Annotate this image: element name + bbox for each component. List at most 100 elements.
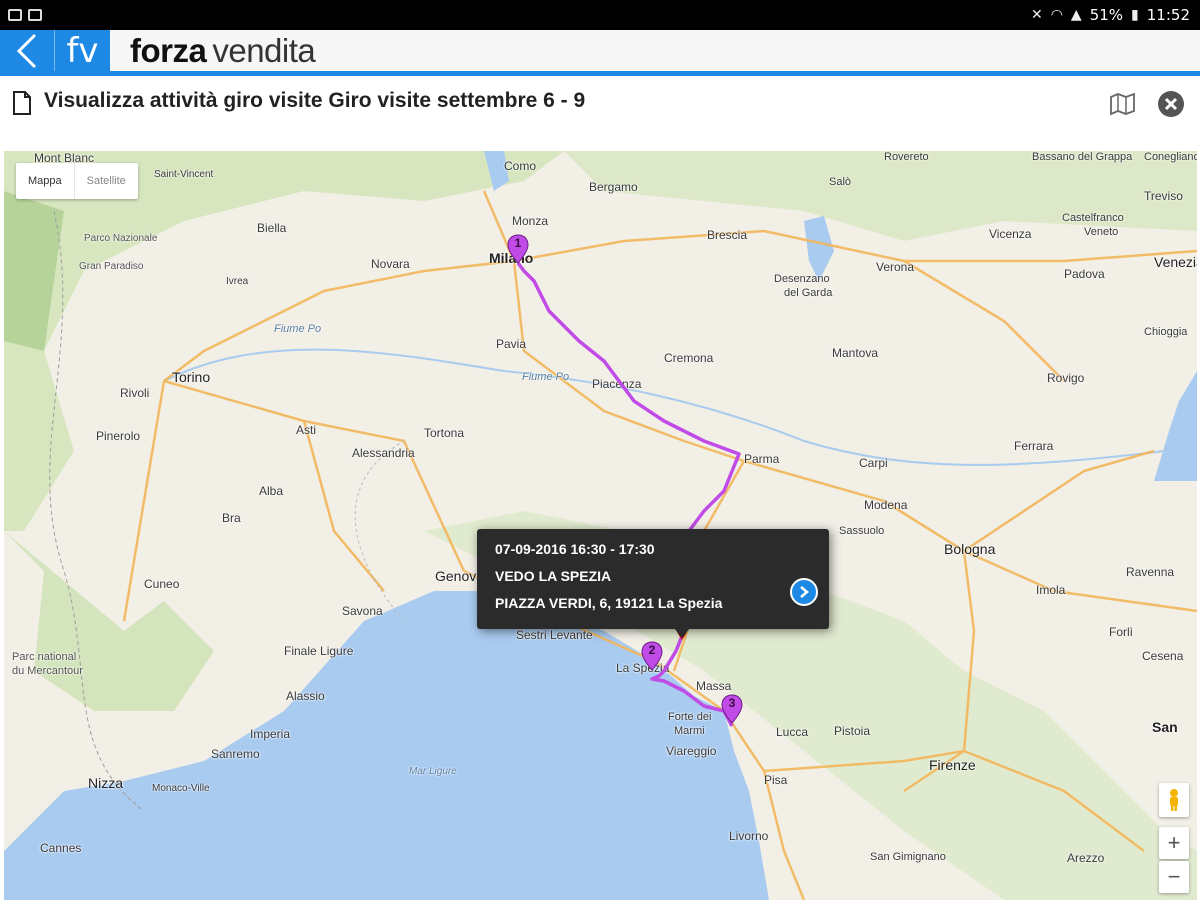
gallery-icon: [28, 9, 42, 21]
label-lucca: Lucca: [776, 725, 809, 739]
clock: 11:52: [1146, 6, 1190, 24]
map-type-satellite[interactable]: Satellite: [73, 163, 138, 199]
label-bergamo: Bergamo: [589, 180, 638, 194]
label-san-gimignano: San Gimignano: [870, 851, 946, 863]
label-mercantour-2: du Mercantour: [12, 665, 83, 677]
info-window: 07-09-2016 16:30 - 17:30 VEDO LA SPEZIA …: [477, 529, 829, 629]
label-ivrea: Ivrea: [226, 276, 249, 287]
label-nizza: Nizza: [88, 775, 124, 791]
label-verona: Verona: [876, 260, 915, 274]
map-type-map[interactable]: Mappa: [16, 163, 74, 199]
label-del-garda: del Garda: [784, 287, 833, 299]
label-marmi: Marmi: [674, 725, 705, 737]
app-logo: fv: [54, 30, 110, 71]
label-ravenna: Ravenna: [1126, 565, 1175, 579]
info-details-button[interactable]: [790, 578, 818, 606]
label-piacenza: Piacenza: [592, 377, 642, 391]
label-venezia: Venezia: [1154, 254, 1197, 270]
zoom-in-button[interactable]: +: [1159, 827, 1189, 859]
mute-icon: ✕: [1030, 7, 1043, 23]
label-parma: Parma: [744, 452, 780, 466]
label-conegliano: Conegliano: [1144, 151, 1197, 163]
brand-bold: forza: [130, 31, 207, 69]
app-bar: fv forza vendita: [0, 30, 1200, 76]
label-monaco: Monaco-Ville: [152, 783, 210, 794]
label-ferrara: Ferrara: [1014, 439, 1054, 453]
label-pinerolo: Pinerolo: [96, 429, 141, 443]
label-savona: Savona: [342, 604, 383, 618]
chevron-left-icon: [16, 33, 37, 68]
label-brescia: Brescia: [707, 228, 748, 242]
label-forli: Forlì: [1109, 625, 1133, 639]
pin-number: 2: [648, 643, 656, 657]
label-firenze: Firenze: [929, 757, 976, 773]
label-imperia: Imperia: [250, 727, 291, 741]
label-alassio: Alassio: [286, 689, 325, 703]
label-saint-vincent: Saint-Vincent: [154, 169, 214, 180]
street-view-pegman[interactable]: [1159, 783, 1189, 817]
info-time: 07-09-2016 16:30 - 17:30: [495, 541, 655, 557]
label-livorno: Livorno: [729, 829, 769, 843]
label-novara: Novara: [371, 257, 410, 271]
route-pin-1[interactable]: 1: [507, 234, 529, 264]
brand-name: forza vendita: [110, 30, 316, 71]
label-sestri-levante: Sestri Levante: [516, 628, 593, 642]
screenshot-icon: [8, 9, 22, 21]
close-icon[interactable]: [1156, 89, 1186, 119]
label-mont-blanc: Mont Blanc: [34, 151, 95, 165]
label-rovereto: Rovereto: [884, 151, 929, 163]
label-arezzo: Arezzo: [1067, 851, 1105, 865]
label-sanremo: Sanremo: [211, 747, 260, 761]
battery-icon: ▮: [1131, 7, 1139, 23]
status-bar: ✕ ◠ ▲ 51% ▮ 11:52: [0, 0, 1200, 30]
label-asti: Asti: [296, 423, 317, 437]
label-viareggio: Viareggio: [666, 744, 717, 758]
map-view-icon[interactable]: [1108, 89, 1138, 119]
label-castelfranco: Castelfranco: [1062, 212, 1124, 224]
battery-level: 51%: [1089, 6, 1124, 24]
map-view[interactable]: Mappa Satellite Mont Blanc Saint-Vincent…: [4, 151, 1197, 900]
label-modena: Modena: [864, 498, 908, 512]
label-vicenza: Vicenza: [989, 227, 1032, 241]
label-cesena: Cesena: [1142, 649, 1184, 663]
label-bologna: Bologna: [944, 541, 996, 557]
label-pavia: Pavia: [496, 337, 527, 351]
label-pistoia: Pistoia: [834, 724, 871, 738]
label-desenzano: Desenzano: [774, 273, 830, 285]
zoom-out-button[interactable]: −: [1159, 861, 1189, 893]
pegman-icon: [1170, 789, 1178, 811]
label-rovigo: Rovigo: [1047, 371, 1085, 385]
label-carpi: Carpi: [859, 456, 888, 470]
label-cremona: Cremona: [664, 351, 714, 365]
label-mercantour: Parc national: [12, 651, 77, 663]
label-massa: Massa: [696, 679, 732, 693]
label-fiume-po: Fiume Po: [274, 323, 322, 335]
label-san: San: [1152, 719, 1178, 735]
info-window-tail: [675, 629, 689, 638]
label-torino: Torino: [172, 369, 211, 385]
route-pin-2[interactable]: 2: [641, 641, 663, 671]
label-sassuolo: Sassuolo: [839, 525, 885, 537]
label-padova: Padova: [1064, 267, 1105, 281]
page-title: Visualizza attività giro visite Giro vis…: [44, 89, 586, 112]
brand-light: vendita: [212, 31, 316, 69]
pin-number: 3: [728, 696, 736, 710]
label-tortona: Tortona: [424, 426, 465, 440]
label-cannes: Cannes: [40, 841, 82, 855]
info-address: PIAZZA VERDI, 6, 19121 La Spezia: [495, 595, 723, 611]
label-bra: Bra: [222, 511, 241, 525]
label-imola: Imola: [1036, 583, 1066, 597]
label-pisa: Pisa: [764, 773, 788, 787]
page-header: Visualizza attività giro visite Giro vis…: [0, 81, 1200, 147]
route-pin-3[interactable]: 3: [721, 694, 743, 724]
info-name: VEDO LA SPEZIA: [495, 568, 612, 584]
wifi-icon: ◠: [1050, 7, 1063, 23]
label-monza: Monza: [512, 214, 549, 228]
label-rivoli: Rivoli: [120, 386, 150, 400]
label-mantova: Mantova: [832, 346, 879, 360]
pin-number: 1: [514, 236, 522, 250]
label-bassano: Bassano del Grappa: [1032, 151, 1133, 163]
signal-icon: ▲: [1070, 7, 1082, 23]
back-button[interactable]: [0, 30, 54, 71]
label-fiume-po-2: Fiume Po: [522, 371, 570, 383]
